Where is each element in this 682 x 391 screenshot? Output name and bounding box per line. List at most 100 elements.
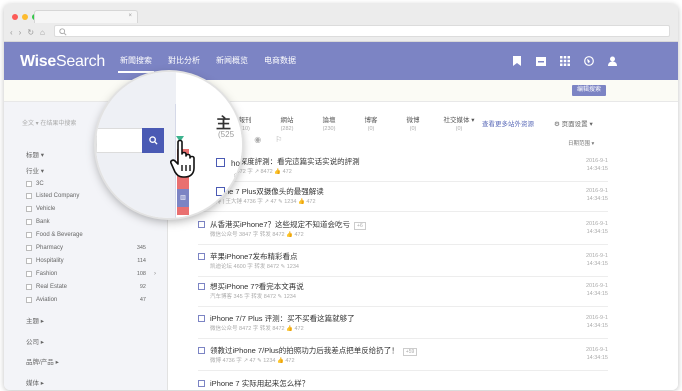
more-sources-link[interactable]: 查看更多站外资源: [482, 118, 534, 128]
app-logo[interactable]: WiseSearch: [20, 53, 105, 71]
result-checkbox[interactable]: [198, 347, 205, 354]
header-icons: [511, 42, 618, 80]
close-window-button[interactable]: [12, 14, 18, 20]
bookmark-outline-icon[interactable]: ⚐: [275, 135, 282, 145]
checkbox[interactable]: [26, 257, 32, 264]
result-checkbox[interactable]: [198, 253, 205, 260]
result-date: 2016-9-1 14:34:15: [585, 188, 608, 202]
result-item[interactable]: iPhone 7深度評測：看完這篇实话实说的評測 新浪科技 8472 字 ↗ 84…: [198, 154, 608, 182]
checkbox[interactable]: [26, 244, 32, 251]
filter-section-company[interactable]: 公司 ▸: [26, 336, 44, 346]
filter-section-title[interactable]: 标题 ▾: [26, 149, 44, 159]
source-type-forum[interactable]: 論壇 (230): [314, 114, 344, 132]
more-count-badge[interactable]: +59: [402, 348, 418, 356]
checkbox[interactable]: [26, 218, 32, 225]
result-title[interactable]: 从香港买iPhone7？这些规定不知道会吃亏 +6: [210, 219, 366, 230]
result-item[interactable]: iPhone 7 Plus双摄像头的最强解读 微博 | 王大锤 4736 字 ↗ …: [198, 184, 608, 212]
user-icon[interactable]: [607, 56, 618, 67]
checkbox[interactable]: [26, 180, 32, 187]
back-icon[interactable]: ‹: [10, 28, 13, 37]
magnified-result-meta: 4736 字 ↗ 47: [234, 203, 242, 209]
browser-tab[interactable]: ×: [34, 10, 138, 23]
search-icon: [59, 28, 67, 36]
forward-icon[interactable]: ›: [19, 28, 22, 37]
industry-count: 92: [139, 283, 146, 290]
page-settings-button[interactable]: ⚙ 页面设置 ▾: [554, 118, 593, 128]
source-type-blog[interactable]: 博客 (0): [356, 114, 386, 132]
checkbox[interactable]: [26, 283, 32, 290]
nav-ecommerce-data[interactable]: 电商数据: [256, 42, 304, 80]
edit-search-button[interactable]: 编辑搜索: [571, 85, 606, 96]
more-count-badge[interactable]: +6: [354, 222, 366, 230]
industry-item[interactable]: Fashion 108 ›: [26, 269, 156, 278]
result-item[interactable]: iPhone 7 实际用起来怎么样？: [198, 376, 608, 390]
result-checkbox[interactable]: [198, 283, 205, 290]
address-bar[interactable]: [54, 25, 670, 37]
checkbox[interactable]: [26, 296, 32, 303]
filter-section-media[interactable]: 媒体 ▸: [26, 377, 44, 387]
result-title[interactable]: iPhone 7/7 Plus 评测：买不买看这篇就够了: [210, 313, 355, 324]
industry-item[interactable]: Bank: [26, 217, 146, 226]
result-item[interactable]: iPhone 7/7 Plus 评测：买不买看这篇就够了 微信公众号 8472 字…: [198, 311, 608, 339]
result-checkbox[interactable]: [198, 380, 205, 387]
industry-item[interactable]: Real Estate 92: [26, 282, 146, 291]
magnified-result-meta: 8472 字 ↗ 8472: [234, 174, 242, 180]
filter-section-industry[interactable]: 行业 ▾: [26, 165, 44, 175]
filter-section-topic[interactable]: 主题 ▸: [26, 315, 44, 325]
source-type-weibo[interactable]: 微博 (0): [398, 114, 428, 132]
industry-item[interactable]: Food & Beverage: [26, 230, 146, 239]
result-meta: 汽车博客 345 字 转发 8472 ✎ 1234: [210, 294, 296, 300]
result-item[interactable]: 领教过iPhone 7/Plus的拍照功力后我差点把单反给扔了！ +59 微博 47…: [198, 343, 608, 371]
result-title[interactable]: 苹果iPhone7发布精彩看点: [210, 251, 298, 262]
industry-item[interactable]: Hospitality 114: [26, 256, 146, 265]
filter-section-brand[interactable]: 品牌/产品 ▸: [26, 356, 59, 366]
result-checkbox[interactable]: [198, 221, 205, 228]
date-range-filter[interactable]: 日期范围 ▾: [568, 139, 594, 147]
result-date: 2016-9-1 14:34:15: [585, 315, 608, 329]
result-meta: 凯迪论坛 4600 字 转发 8472 ✎ 1234: [210, 264, 299, 270]
industry-item[interactable]: Aviation 47: [26, 295, 146, 304]
magnified-checkbox[interactable]: [216, 158, 225, 167]
magnified-search-button[interactable]: [142, 128, 164, 153]
checkbox[interactable]: [26, 270, 32, 277]
bookmark-icon[interactable]: [511, 56, 522, 67]
reload-icon[interactable]: ↻: [27, 28, 34, 37]
browser-nav: ‹ › ↻ ⌂: [10, 28, 45, 37]
magnified-result-title[interactable]: ne 7 Plus双摄像头: [231, 187, 242, 198]
checkbox[interactable]: [26, 192, 32, 199]
browser-chrome: × ‹ › ↻ ⌂: [4, 4, 678, 42]
result-title[interactable]: 领教过iPhone 7/Plus的拍照功力后我差点把单反给扔了！ +59: [210, 345, 418, 356]
search-icon: [148, 136, 158, 145]
checkbox[interactable]: [26, 231, 32, 238]
result-item[interactable]: 苹果iPhone7发布精彩看点凯迪论坛 4600 字 转发 8472 ✎ 123…: [198, 249, 608, 277]
result-date: 2016-9-1 14:34:15: [585, 347, 608, 361]
result-date: 2016-9-1 14:34:15: [585, 158, 608, 172]
tab-close-icon[interactable]: ×: [128, 13, 132, 19]
view-icon[interactable]: ◉: [254, 135, 261, 145]
magnified-checkbox[interactable]: [216, 187, 225, 196]
result-title[interactable]: 想买iPhone 7?看完本文再说: [210, 281, 304, 292]
result-title[interactable]: iPhone 7 实际用起来怎么样？: [210, 378, 309, 389]
chart-icon[interactable]: ▥: [177, 189, 189, 207]
globe-icon[interactable]: [583, 56, 594, 67]
inbox-icon[interactable]: [535, 56, 546, 67]
checkbox[interactable]: [26, 205, 32, 212]
magnified-count[interactable]: 5920 ›: [120, 214, 154, 218]
minimize-window-button[interactable]: [22, 14, 28, 20]
magnified-subtitle: (525: [218, 130, 235, 139]
industry-count: 345: [136, 244, 146, 251]
result-date: 2016-9-1 14:34:15: [585, 253, 608, 267]
sidebar-search-input[interactable]: 全文 ▾ 在结果中搜索: [22, 118, 76, 127]
result-item[interactable]: 从香港买iPhone7？这些规定不知道会吃亏 +6 微信公众号 3847 字 转发 …: [198, 217, 608, 245]
source-type-social[interactable]: 社交媒体 ▾ (0): [440, 114, 478, 132]
industry-count: 108: [136, 270, 146, 277]
source-type-web[interactable]: 網站 (282): [272, 114, 302, 132]
industry-item[interactable]: Pharmacy 345: [26, 243, 146, 252]
magnified-result-title[interactable]: hone 7深度評測: [231, 158, 242, 169]
result-checkbox[interactable]: [198, 315, 205, 322]
grid-icon[interactable]: [559, 56, 570, 67]
result-date: 2016-9-1 14:34:15: [585, 221, 608, 235]
home-icon[interactable]: ⌂: [40, 28, 45, 37]
chevron-right-icon[interactable]: ›: [154, 271, 156, 277]
result-item[interactable]: 想买iPhone 7?看完本文再说汽车博客 345 字 转发 8472 ✎ 12…: [198, 279, 608, 307]
